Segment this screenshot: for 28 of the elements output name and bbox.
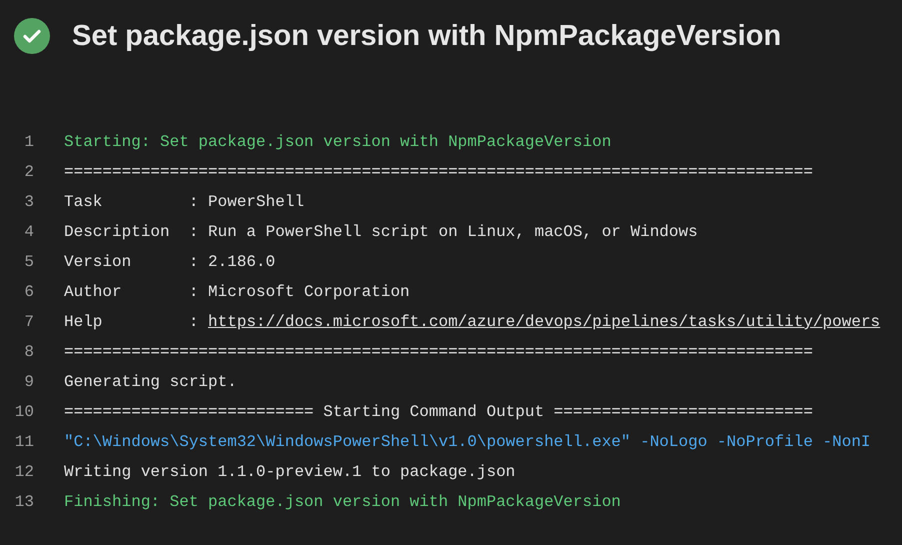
line-number: 9 — [23, 373, 34, 391]
log-line: Generating script. — [64, 373, 237, 391]
task-title: Set package.json version with NpmPackageVersion — [72, 20, 782, 52]
log-line: ============================================================================== — [64, 163, 813, 181]
log-line: Task : PowerShell — [64, 193, 304, 211]
log-line: Starting: Set package.json version with NpmPackageVersion — [64, 133, 612, 151]
log-line: Finishing: Set package.json version with NpmPackageVersion — [64, 493, 621, 511]
line-number: 7 — [23, 313, 34, 331]
log-line: Author : Microsoft Corporation — [64, 283, 410, 301]
line-number: 11 — [14, 433, 34, 451]
line-number: 2 — [23, 163, 34, 181]
log-text: Help : — [64, 313, 200, 331]
line-number: 6 — [23, 283, 34, 301]
line-number: 1 — [23, 133, 34, 151]
line-number: 12 — [14, 463, 34, 481]
log-line: Description : Run a PowerShell script on Linux, macOS, or Windows — [64, 223, 698, 241]
log-line: Version : 2.186.0 — [64, 253, 276, 271]
line-number: 10 — [14, 403, 34, 421]
log-line: ========================== Starting Command Output =========================== — [64, 403, 813, 421]
log-line: Writing version 1.1.0-preview.1 to package.json — [64, 463, 516, 481]
line-number: 5 — [23, 253, 34, 271]
help-link[interactable]: https://docs.microsoft.com/azure/devops/pipelines/tasks/utility/powers — [208, 313, 880, 331]
line-number: 3 — [23, 193, 34, 211]
log-line: "C:\Windows\System32\WindowsPowerShell\v1.0\powershell.exe" -NoLogo -NoProfile -NonI — [64, 433, 871, 451]
line-number: 13 — [14, 493, 34, 511]
log-line: ============================================================================== — [64, 343, 813, 361]
line-number: 8 — [23, 343, 34, 361]
line-number: 4 — [23, 223, 34, 241]
